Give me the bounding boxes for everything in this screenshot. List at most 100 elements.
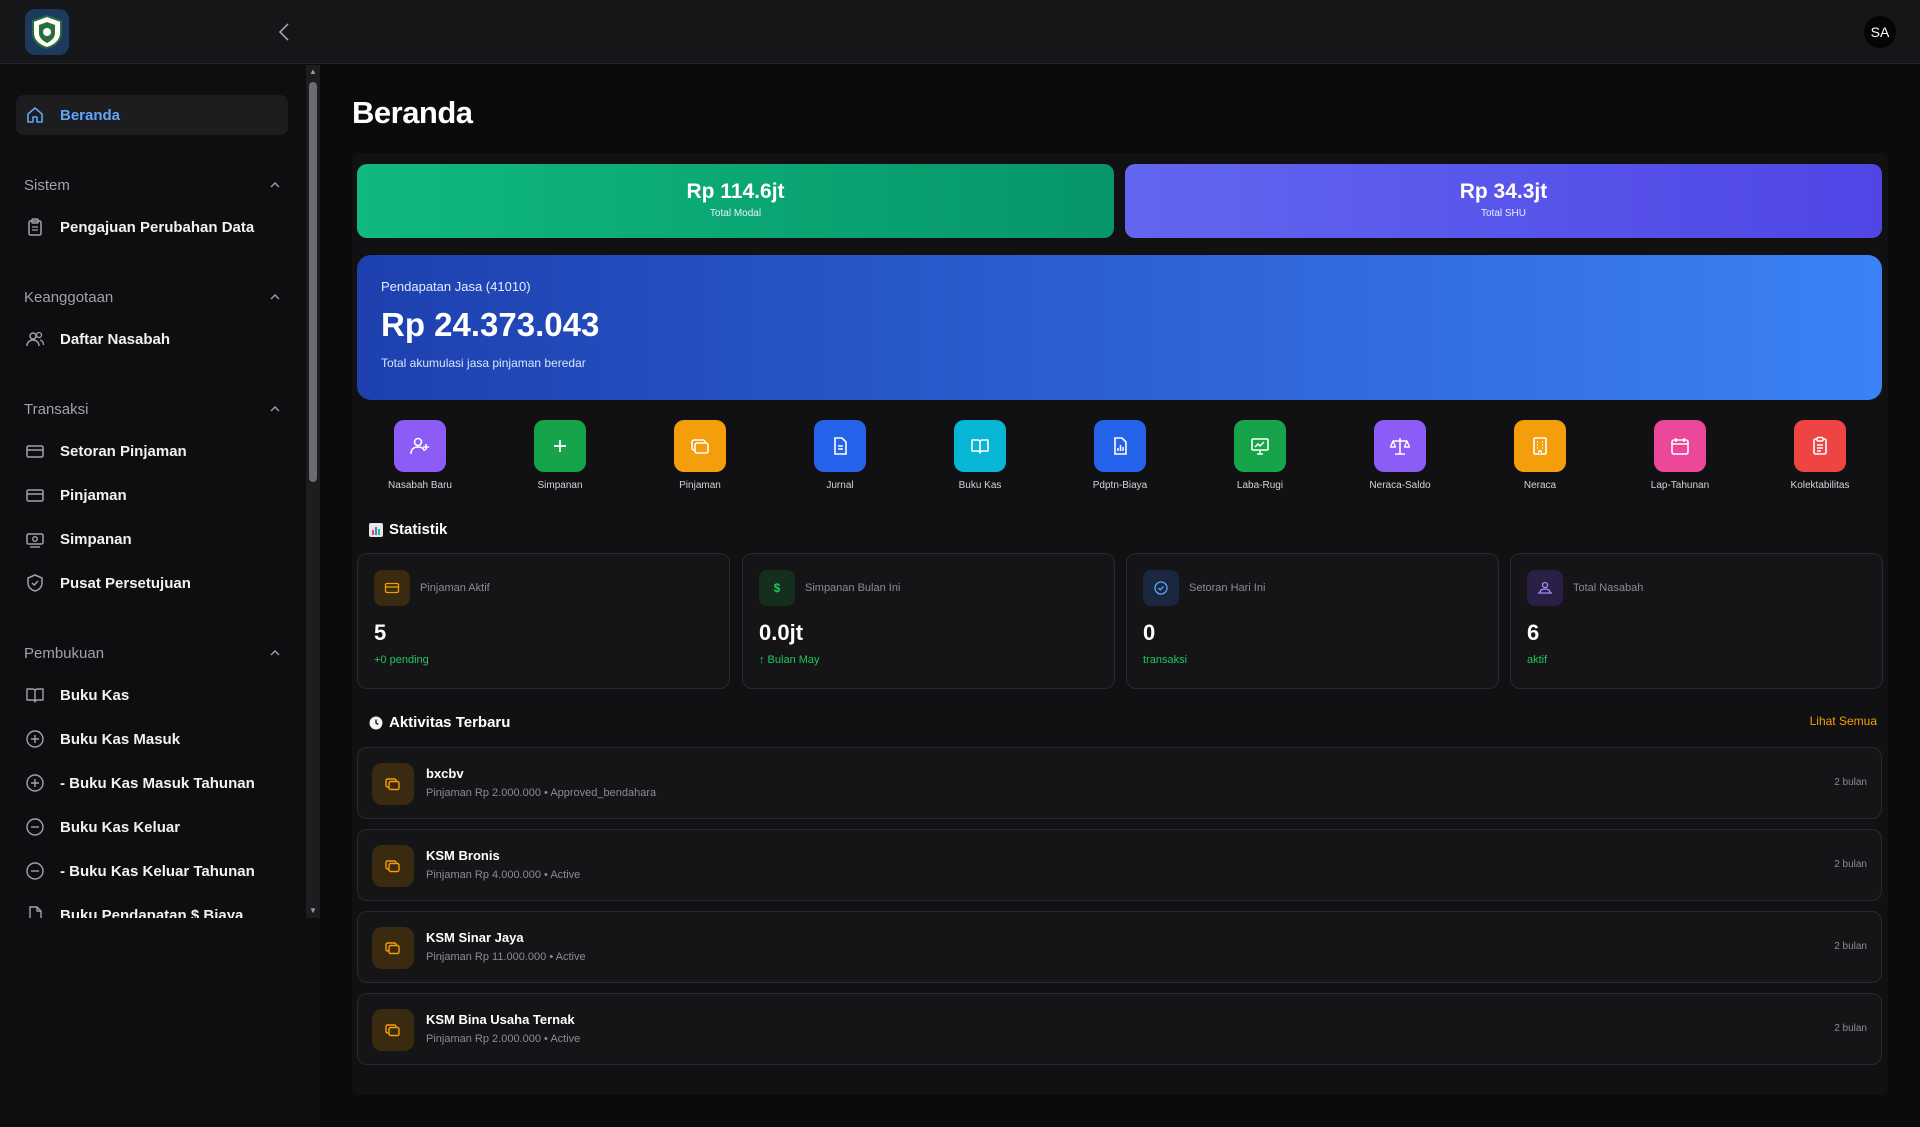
section-sistem[interactable]: Sistem	[24, 175, 280, 195]
dollar-icon: $	[759, 570, 795, 606]
quick-action-laba-rugi[interactable]: Laba-Rugi	[1200, 420, 1320, 491]
plus-icon	[534, 420, 586, 472]
section-title: Pembukuan	[24, 644, 105, 662]
activity-detail: Pinjaman Rp 11.000.000 • Active	[426, 951, 586, 963]
sidebar-item-buku-kas-masuk-tahunan[interactable]: - Buku Kas Masuk Tahunan	[16, 763, 288, 803]
sidebar-item-pusat-persetujuan[interactable]: Pusat Persetujuan	[16, 563, 288, 603]
scroll-up-arrow-icon[interactable]: ▲	[309, 68, 317, 76]
sidebar-item-buku-kas-keluar[interactable]: Buku Kas Keluar	[16, 807, 288, 847]
sidebar-item-label: Buku Kas Keluar	[60, 818, 181, 836]
wallet-icon	[372, 845, 414, 887]
file-icon	[24, 904, 46, 918]
total-shu-card[interactable]: Rp 34.3jt Total SHU	[1125, 164, 1882, 238]
quick-action-label: Laba-Rugi	[1236, 480, 1284, 491]
scroll-down-arrow-icon[interactable]: ▼	[309, 907, 317, 915]
quick-action-jurnal[interactable]: Jurnal	[780, 420, 900, 491]
home-icon	[24, 104, 46, 126]
quick-action-buku-kas[interactable]: Buku Kas	[920, 420, 1040, 491]
activity-item[interactable]: bxcbv Pinjaman Rp 2.000.000 • Approved_b…	[357, 747, 1882, 819]
activity-name: KSM Bronis	[426, 848, 500, 863]
stat-card-setoran-hari-ini[interactable]: Setoran Hari Ini 0 transaksi	[1126, 553, 1499, 689]
activity-time: 2 bulan	[1834, 859, 1867, 870]
total-shu-value: Rp 34.3jt	[1459, 180, 1548, 203]
sidebar-item-label: Daftar Nasabah	[60, 330, 171, 348]
section-pembukuan[interactable]: Pembukuan	[24, 643, 280, 663]
total-modal-label: Total Modal	[709, 208, 762, 219]
sidebar: Beranda Sistem Pengajuan Perubahan Data …	[0, 65, 320, 1127]
quick-action-label: Nasabah Baru	[388, 480, 452, 491]
hero-subtitle: Total akumulasi jasa pinjaman beredar	[381, 356, 586, 370]
sidebar-item-pengajuan-perubahan-data[interactable]: Pengajuan Perubahan Data	[16, 207, 288, 247]
user-avatar[interactable]: SA	[1864, 16, 1896, 48]
sidebar-nav: Beranda Sistem Pengajuan Perubahan Data …	[0, 65, 306, 918]
collapse-sidebar-button[interactable]	[274, 20, 294, 44]
total-modal-card[interactable]: Rp 114.6jt Total Modal	[357, 164, 1114, 238]
activity-detail: Pinjaman Rp 2.000.000 • Active	[426, 1033, 581, 1045]
sidebar-item-buku-kas-keluar-tahunan[interactable]: - Buku Kas Keluar Tahunan	[16, 851, 288, 891]
hero-title: Pendapatan Jasa (41010)	[381, 279, 531, 294]
main-content: Beranda Rp 114.6jt Total Modal Rp 34.3jt…	[352, 65, 1888, 1095]
sidebar-item-simpanan[interactable]: Simpanan	[16, 519, 288, 559]
top-bar: SA	[0, 0, 1920, 64]
building-icon	[1514, 420, 1566, 472]
wallet-icon	[372, 763, 414, 805]
section-title: Statistik	[389, 521, 448, 538]
quick-action-label: Neraca	[1523, 480, 1557, 491]
app-logo[interactable]	[25, 9, 69, 55]
quick-action-neraca-saldo[interactable]: Neraca-Saldo	[1340, 420, 1460, 491]
stat-card-simpanan-bulan-ini[interactable]: $ Simpanan Bulan Ini 0.0jt ↑ Bulan May	[742, 553, 1115, 689]
stat-sub: +0 pending	[374, 654, 429, 666]
quick-action-label: Jurnal	[826, 480, 854, 491]
minus-circle-icon	[24, 860, 46, 882]
quick-action-simpanan[interactable]: Simpanan	[500, 420, 620, 491]
clipboard-list-icon	[1794, 420, 1846, 472]
aktivitas-heading: Aktivitas Terbaru	[369, 714, 510, 731]
credit-card-icon	[374, 570, 410, 606]
section-keanggotaan[interactable]: Keanggotaan	[24, 287, 280, 307]
plus-circle-icon	[24, 772, 46, 794]
banknote-icon	[24, 528, 46, 550]
see-all-link[interactable]: Lihat Semua	[1810, 714, 1877, 728]
minus-circle-icon	[24, 816, 46, 838]
activity-item[interactable]: KSM Bronis Pinjaman Rp 4.000.000 • Activ…	[357, 829, 1882, 901]
page-title: Beranda	[352, 95, 473, 130]
section-transaksi[interactable]: Transaksi	[24, 399, 280, 419]
sidebar-item-buku-kas-masuk[interactable]: Buku Kas Masuk	[16, 719, 288, 759]
quick-action-neraca[interactable]: Neraca	[1480, 420, 1600, 491]
presentation-chart-icon	[1234, 420, 1286, 472]
sidebar-item-pinjaman[interactable]: Pinjaman	[16, 475, 288, 515]
quick-action-kolektabilitas[interactable]: Kolektabilitas	[1760, 420, 1880, 491]
sidebar-item-buku-kas[interactable]: Buku Kas	[16, 675, 288, 715]
wallet-icon	[372, 927, 414, 969]
quick-action-label: Pinjaman	[679, 480, 721, 491]
sidebar-item-buku-pendapatan-biaya[interactable]: Buku Pendapatan $ Biaya	[16, 895, 288, 918]
activity-item[interactable]: KSM Bina Usaha Ternak Pinjaman Rp 2.000.…	[357, 993, 1882, 1065]
activity-item[interactable]: KSM Sinar Jaya Pinjaman Rp 11.000.000 • …	[357, 911, 1882, 983]
sidebar-item-beranda[interactable]: Beranda	[16, 95, 288, 135]
stat-card-total-nasabah[interactable]: Total Nasabah 6 aktif	[1510, 553, 1883, 689]
sidebar-item-label: Pengajuan Perubahan Data	[60, 218, 255, 236]
stat-label: Pinjaman Aktif	[420, 582, 490, 594]
activity-name: bxcbv	[426, 766, 464, 781]
section-title: Aktivitas Terbaru	[389, 714, 511, 731]
credit-card-icon	[24, 440, 46, 462]
stat-label: Total Nasabah	[1573, 582, 1644, 594]
scrollbar-thumb[interactable]	[309, 82, 317, 482]
sidebar-item-label: Beranda	[60, 106, 121, 124]
quick-action-pdptn-biaya[interactable]: Pdptn-Biaya	[1060, 420, 1180, 491]
sidebar-item-setoran-pinjaman[interactable]: Setoran Pinjaman	[16, 431, 288, 471]
quick-action-label: Neraca-Saldo	[1369, 480, 1431, 491]
quick-action-label: Simpanan	[537, 480, 583, 491]
quick-action-label: Buku Kas	[958, 480, 1002, 491]
activity-name: KSM Bina Usaha Ternak	[426, 1012, 575, 1027]
sidebar-item-label: Setoran Pinjaman	[60, 442, 187, 460]
stat-card-pinjaman-aktif[interactable]: Pinjaman Aktif 5 +0 pending	[357, 553, 730, 689]
quick-action-pinjaman[interactable]: Pinjaman	[640, 420, 760, 491]
quick-action-lap-tahunan[interactable]: Lap-Tahunan	[1620, 420, 1740, 491]
check-circle-icon	[1143, 570, 1179, 606]
quick-action-nasabah-baru[interactable]: Nasabah Baru	[360, 420, 480, 491]
sidebar-scrollbar[interactable]: ▲ ▼	[306, 65, 320, 918]
sidebar-item-daftar-nasabah[interactable]: Daftar Nasabah	[16, 319, 288, 359]
stat-sub: ↑ Bulan May	[759, 654, 820, 666]
chevron-up-icon	[270, 650, 280, 656]
